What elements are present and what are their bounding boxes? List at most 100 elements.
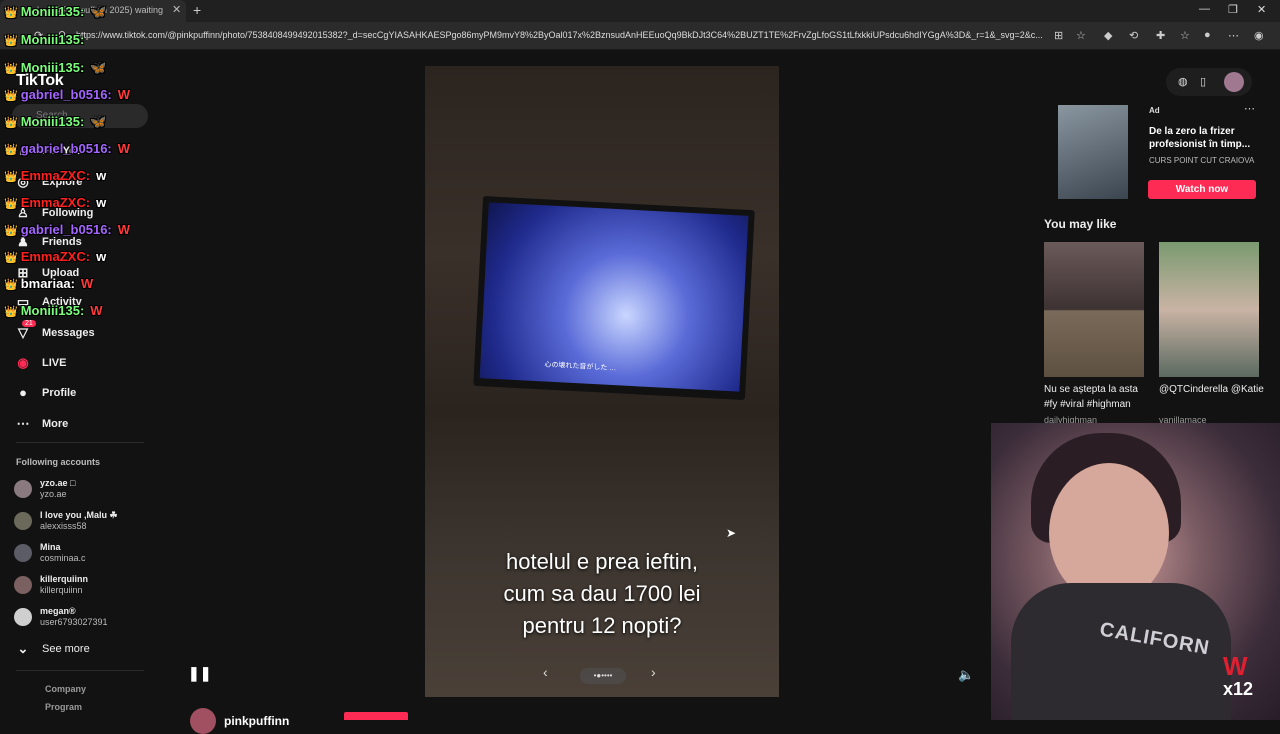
account-name: Mina xyxy=(40,542,61,552)
user-avatar[interactable] xyxy=(1224,72,1244,92)
author-username[interactable]: pinkpuffinn xyxy=(224,714,289,728)
ad-more-icon[interactable]: ⋯ xyxy=(1244,102,1255,115)
chat-text: W xyxy=(117,87,131,102)
account-handle: killerquiinn xyxy=(40,585,83,595)
chat-message: 👑 Moniii135: 🦋 xyxy=(4,114,106,130)
recommended-video-thumbnail[interactable] xyxy=(1159,242,1259,377)
author-avatar[interactable] xyxy=(190,708,216,734)
menu-dots-icon[interactable]: ⋯ xyxy=(1228,29,1239,42)
nav-label: Profile xyxy=(42,386,77,399)
refresh-extension-icon[interactable]: ⟲ xyxy=(1129,29,1138,42)
messages-badge: 21 xyxy=(22,320,36,327)
nav-more[interactable]: ⋯ More xyxy=(14,416,69,432)
pause-icon[interactable]: ❚❚ xyxy=(188,665,211,682)
mouse-cursor-icon: ➤ xyxy=(726,526,737,540)
crown-badge-icon: 👑 xyxy=(4,306,18,318)
chat-text: w xyxy=(96,195,107,210)
profile-icon: ● xyxy=(19,385,27,400)
grid-icon[interactable]: ⊞ xyxy=(1054,29,1063,42)
more-icon: ⋯ xyxy=(16,416,30,431)
author-row[interactable]: pinkpuffinn xyxy=(190,708,289,734)
chat-text: W xyxy=(90,303,103,318)
following-accounts-header: Following accounts xyxy=(16,457,101,467)
chat-username: Moniii135: xyxy=(20,4,85,19)
chevron-down-icon: ⌄ xyxy=(17,641,29,656)
photo-carousel-dots[interactable]: •●•••• xyxy=(580,668,626,684)
nav-label: LIVE xyxy=(42,357,67,369)
prev-photo-icon[interactable]: ‹ xyxy=(543,664,548,680)
recommended-video-title[interactable]: @QTCinderella @Katie xyxy=(1159,382,1269,397)
recommended-video-title[interactable]: Nu se aștepta la asta #fy #viral #highma… xyxy=(1044,382,1154,412)
following-account[interactable]: Mina cosminaa.c xyxy=(14,542,86,564)
account-name: yzo.ae □ xyxy=(40,478,76,488)
nav-label: Messages xyxy=(42,327,95,339)
device-icon[interactable]: ▯ xyxy=(1200,75,1206,88)
watch-now-button[interactable]: Watch now xyxy=(1148,180,1256,199)
next-photo-icon[interactable]: › xyxy=(651,664,656,680)
chat-text: w xyxy=(96,249,107,264)
account-name: I love you ,Malu ☘ xyxy=(40,510,118,520)
footer-program-link[interactable]: Program xyxy=(45,702,82,712)
coin-icon[interactable]: ◍ xyxy=(1178,75,1188,88)
streamer-webcam: CALIFORN W x12 xyxy=(991,423,1280,720)
ad-tag: Ad xyxy=(1149,106,1160,115)
minimize-icon[interactable]: — xyxy=(1199,3,1210,15)
avatar xyxy=(14,608,32,626)
chat-text: W xyxy=(117,141,131,156)
avatar xyxy=(14,480,32,498)
chat-text: w xyxy=(96,168,107,183)
following-account[interactable]: megan® user6793027391 xyxy=(14,606,108,628)
crown-badge-icon: 👑 xyxy=(4,171,18,183)
nav-messages[interactable]: ▽ Messages xyxy=(14,325,95,341)
you-may-like-header: You may like xyxy=(1044,217,1117,231)
video-player[interactable]: 心の壊れた音がした … hotelul e prea ieftin, cum s… xyxy=(425,66,779,697)
profile-avatar-icon[interactable]: ● xyxy=(1204,29,1211,41)
favorites-icon[interactable]: ☆ xyxy=(1180,29,1190,42)
account-handle: cosminaa.c xyxy=(40,553,86,563)
puzzle-icon[interactable]: ✚ xyxy=(1156,29,1165,42)
live-icon: ◉ xyxy=(17,355,29,370)
chat-username: bmariaa: xyxy=(20,276,75,291)
following-account[interactable]: I love you ,Malu ☘ alexxisss58 xyxy=(14,510,118,532)
chat-username: gabriel_b0516: xyxy=(20,222,112,237)
chat-text: W xyxy=(117,222,131,237)
address-bar: ⟳ ⚲ https://www.tiktok.com/@pinkpuffinn/… xyxy=(0,22,1280,50)
footer-company-link[interactable]: Company xyxy=(45,684,86,694)
volume-icon[interactable]: 🔈 xyxy=(958,667,974,683)
crown-badge-icon: 👑 xyxy=(4,198,18,210)
nav-profile[interactable]: ● Profile xyxy=(14,385,76,400)
window-close-icon[interactable]: ✕ xyxy=(1257,3,1266,16)
chat-message: 👑 gabriel_b0516: W xyxy=(4,87,130,102)
url-field[interactable]: https://www.tiktok.com/@pinkpuffinn/phot… xyxy=(76,30,1048,40)
chat-username: EmmaZXC: xyxy=(20,249,91,264)
ad-thumbnail[interactable] xyxy=(1058,105,1128,199)
see-more-button[interactable]: ⌄ See more xyxy=(14,641,90,657)
extension-icon[interactable]: ◆ xyxy=(1104,29,1112,42)
chat-message: 👑 EmmaZXC: w xyxy=(4,249,106,264)
chat-username: gabriel_b0516: xyxy=(20,87,112,102)
caption-line: pentru 12 nopti? xyxy=(522,613,682,638)
following-account[interactable]: yzo.ae □ yzo.ae xyxy=(14,478,75,500)
copilot-icon[interactable]: ◉ xyxy=(1254,29,1264,42)
chat-username: Moniii135: xyxy=(20,303,85,318)
chat-text: W xyxy=(80,276,94,291)
recommended-video-thumbnail[interactable] xyxy=(1044,242,1144,377)
sidebar-divider xyxy=(16,442,144,443)
chat-message: 👑 gabriel_b0516: W xyxy=(4,141,130,156)
follow-button[interactable] xyxy=(344,712,408,720)
bookmark-star-icon[interactable]: ☆ xyxy=(1076,29,1086,42)
chat-text: 🦋 xyxy=(90,60,107,75)
tab-close-icon[interactable]: ✕ xyxy=(172,3,181,16)
ad-title[interactable]: De la zero la frizer profesionist în tim… xyxy=(1149,125,1259,151)
nav-live[interactable]: ◉ LIVE xyxy=(14,355,66,371)
account-handle: yzo.ae xyxy=(40,489,67,499)
maximize-icon[interactable]: ❐ xyxy=(1228,3,1238,16)
account-handle: alexxisss58 xyxy=(40,521,87,531)
top-right-toolbar: ◍ ▯ xyxy=(1166,68,1252,96)
chat-username: EmmaZXC: xyxy=(20,168,91,183)
new-tab-icon[interactable]: + xyxy=(193,2,201,18)
avatar xyxy=(14,512,32,530)
crown-badge-icon: 👑 xyxy=(4,63,18,75)
following-account[interactable]: killerquiinn killerquiinn xyxy=(14,574,88,596)
w-count: x12 xyxy=(1223,679,1254,699)
